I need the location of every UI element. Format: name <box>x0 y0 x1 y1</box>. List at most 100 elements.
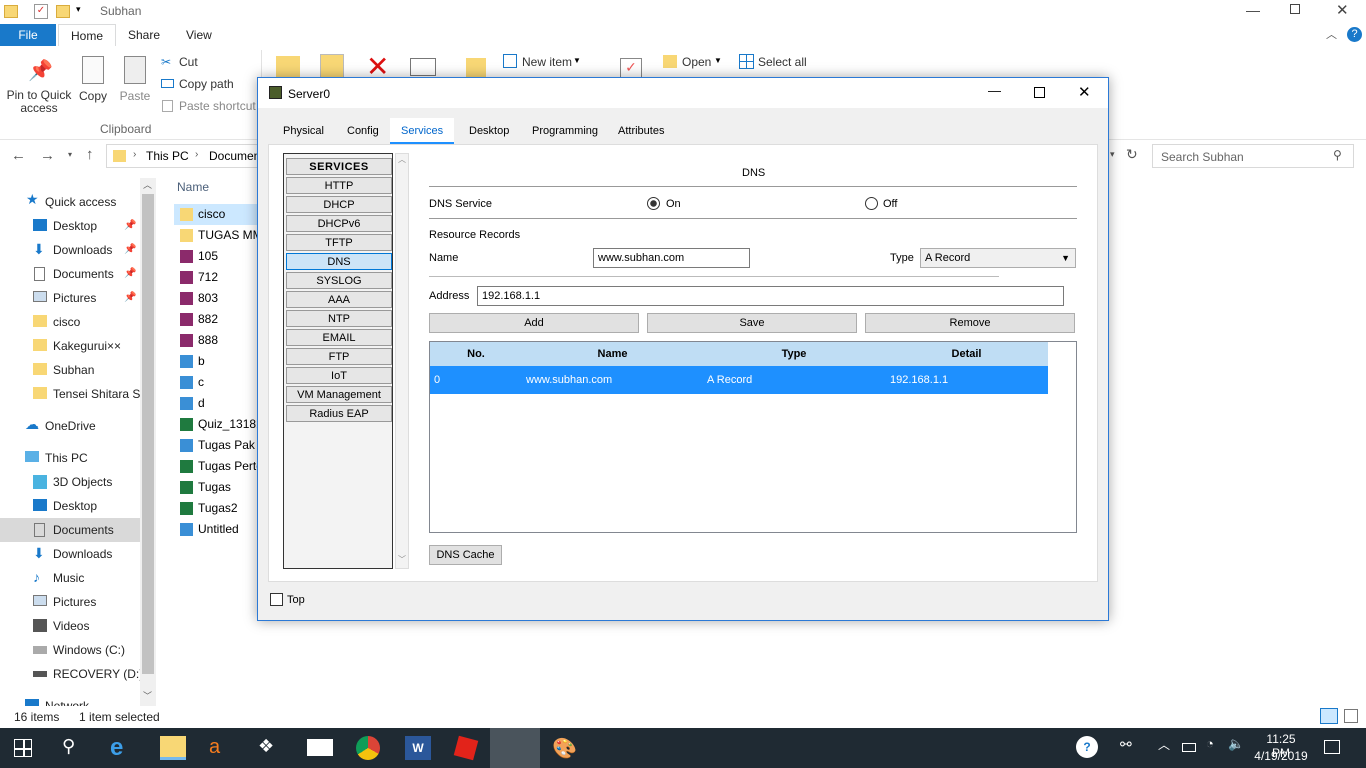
copy-path-button[interactable]: Copy path <box>179 77 234 91</box>
tab-share[interactable]: Share <box>116 24 172 46</box>
list-item[interactable]: Quiz_13181 <box>174 414 266 435</box>
clock-date[interactable]: 4/19/2019 <box>1252 749 1310 763</box>
restore-icon[interactable] <box>1290 4 1300 14</box>
nav-quick-access[interactable]: ★ Quick access <box>0 190 140 214</box>
minimize-icon[interactable]: — <box>988 83 1001 98</box>
list-item[interactable]: Tugas2 <box>174 498 266 519</box>
volume-icon[interactable]: 🔈 <box>1228 736 1254 760</box>
name-input[interactable]: www.subhan.com <box>593 248 750 268</box>
scroll-up-icon[interactable]: ︿ <box>398 154 406 165</box>
services-scrollbar[interactable]: ︿ ﹀ <box>395 153 409 569</box>
nav-downloads[interactable]: ⬇ Downloads 📌 <box>0 238 140 262</box>
new-folder-icon[interactable] <box>56 5 70 18</box>
address-dropdown-icon[interactable]: ▾ <box>1110 149 1115 160</box>
new-item-button[interactable]: New item <box>522 55 572 69</box>
list-item[interactable]: 882 <box>174 309 266 330</box>
scroll-thumb[interactable] <box>142 194 154 674</box>
nav-documents-pc[interactable]: Documents <box>0 518 140 542</box>
start-windows-icon[interactable] <box>14 739 32 757</box>
nav-pictures[interactable]: Pictures 📌 <box>0 286 140 310</box>
chrome-icon[interactable] <box>356 736 380 760</box>
dns-on-radio[interactable] <box>647 197 660 210</box>
nav-onedrive[interactable]: ☁ OneDrive <box>0 414 140 438</box>
nav-pictures-pc[interactable]: Pictures <box>0 590 140 614</box>
avast-icon[interactable]: a <box>209 736 235 760</box>
service-ntp[interactable]: NTP <box>286 310 392 327</box>
nav-documents[interactable]: Documents 📌 <box>0 262 140 286</box>
tab-programming[interactable]: Programming <box>521 118 609 144</box>
nav-scrollbar[interactable]: ︿ ﹀ <box>140 178 156 706</box>
up-icon[interactable]: ↑ <box>86 146 94 163</box>
nav-tensei[interactable]: Tensei Shitara Sli <box>0 382 140 406</box>
add-button[interactable]: Add <box>429 313 639 333</box>
select-all-button[interactable]: Select all <box>758 55 807 69</box>
help-tray-icon[interactable]: ? <box>1076 736 1098 758</box>
paste-button[interactable]: Paste <box>118 89 152 103</box>
tab-physical[interactable]: Physical <box>272 118 335 144</box>
cut-button[interactable]: Cut <box>179 55 198 69</box>
list-item[interactable]: cisco <box>174 204 266 225</box>
dns-off-radio[interactable] <box>865 197 878 210</box>
close-icon[interactable]: ✕ <box>1078 83 1091 101</box>
maximize-icon[interactable] <box>1034 87 1045 98</box>
recent-chevron-icon[interactable]: ▾ <box>68 150 72 159</box>
service-email[interactable]: EMAIL <box>286 329 392 346</box>
notifications-icon[interactable] <box>1324 740 1340 754</box>
file-explorer-icon[interactable] <box>160 736 186 760</box>
customize-qat-icon[interactable]: ▾ <box>76 4 81 15</box>
list-item[interactable]: c <box>174 372 266 393</box>
paste-shortcut-button[interactable]: Paste shortcut <box>179 99 256 113</box>
list-item[interactable]: TUGAS MM <box>174 225 266 246</box>
open-button[interactable]: Open <box>682 55 711 69</box>
service-tftp[interactable]: TFTP <box>286 234 392 251</box>
tab-services[interactable]: Services <box>390 118 455 144</box>
details-view-icon[interactable] <box>1320 708 1338 724</box>
tab-attributes[interactable]: Attributes <box>607 118 675 144</box>
tab-file[interactable]: File <box>0 24 56 46</box>
nav-downloads-pc[interactable]: ⬇ Downloads <box>0 542 140 566</box>
nav-music[interactable]: ♪ Music <box>0 566 140 590</box>
copy-to-icon[interactable] <box>320 54 344 78</box>
tab-home[interactable]: Home <box>58 24 117 46</box>
service-syslog[interactable]: SYSLOG <box>286 272 392 289</box>
dropbox-icon[interactable]: ❖ <box>258 736 284 760</box>
packet-tracer-icon[interactable] <box>490 728 540 768</box>
search-box[interactable]: Search Subhan ⚲ <box>1152 144 1354 168</box>
paint-icon[interactable]: 🎨 <box>552 736 578 760</box>
nav-subhan[interactable]: Subhan <box>0 358 140 382</box>
nav-videos[interactable]: Videos <box>0 614 140 638</box>
expand-ribbon-icon[interactable]: ︿ <box>1326 26 1337 42</box>
search-icon[interactable]: ⚲ <box>62 736 88 760</box>
help-icon[interactable]: ? <box>1347 27 1362 42</box>
word-icon[interactable]: W <box>405 736 431 760</box>
list-item[interactable]: Tugas Pak I <box>174 435 266 456</box>
back-icon[interactable]: ← <box>11 147 26 164</box>
tab-desktop[interactable]: Desktop <box>458 118 520 144</box>
nav-3d-objects[interactable]: 3D Objects <box>0 470 140 494</box>
table-row[interactable]: 0 www.subhan.com A Record 192.168.1.1 <box>430 342 1048 394</box>
address-input[interactable]: 192.168.1.1 <box>477 286 1064 306</box>
top-checkbox[interactable] <box>270 593 283 606</box>
copy-button[interactable]: Copy <box>78 89 108 103</box>
edge-icon[interactable]: e <box>110 736 136 760</box>
service-iot[interactable]: IoT <box>286 367 392 384</box>
nav-cisco[interactable]: cisco <box>0 310 140 334</box>
new-folder-ribbon-icon[interactable] <box>466 58 486 78</box>
nav-desktop[interactable]: Desktop 📌 <box>0 214 140 238</box>
people-icon[interactable]: ⚯ <box>1120 736 1146 760</box>
scroll-up-icon[interactable]: ︿ <box>143 178 152 191</box>
tab-config[interactable]: Config <box>336 118 390 144</box>
large-icons-view-icon[interactable] <box>1344 709 1358 723</box>
tray-chevron-icon[interactable]: ︿ <box>1158 736 1184 760</box>
refresh-icon[interactable]: ↻ <box>1126 146 1138 163</box>
rename-icon[interactable] <box>410 58 436 76</box>
new-item-chevron-icon[interactable]: ▼ <box>573 56 581 65</box>
remove-button[interactable]: Remove <box>865 313 1075 333</box>
save-button[interactable]: Save <box>647 313 857 333</box>
service-dhcpv6[interactable]: DHCPv6 <box>286 215 392 232</box>
forward-icon[interactable]: → <box>40 147 55 164</box>
pin-quick-access-button[interactable]: Pin to Quick access <box>4 89 74 115</box>
mail-icon[interactable] <box>307 739 333 756</box>
close-icon[interactable]: ✕ <box>1336 1 1349 19</box>
nav-this-pc[interactable]: This PC <box>0 446 140 470</box>
